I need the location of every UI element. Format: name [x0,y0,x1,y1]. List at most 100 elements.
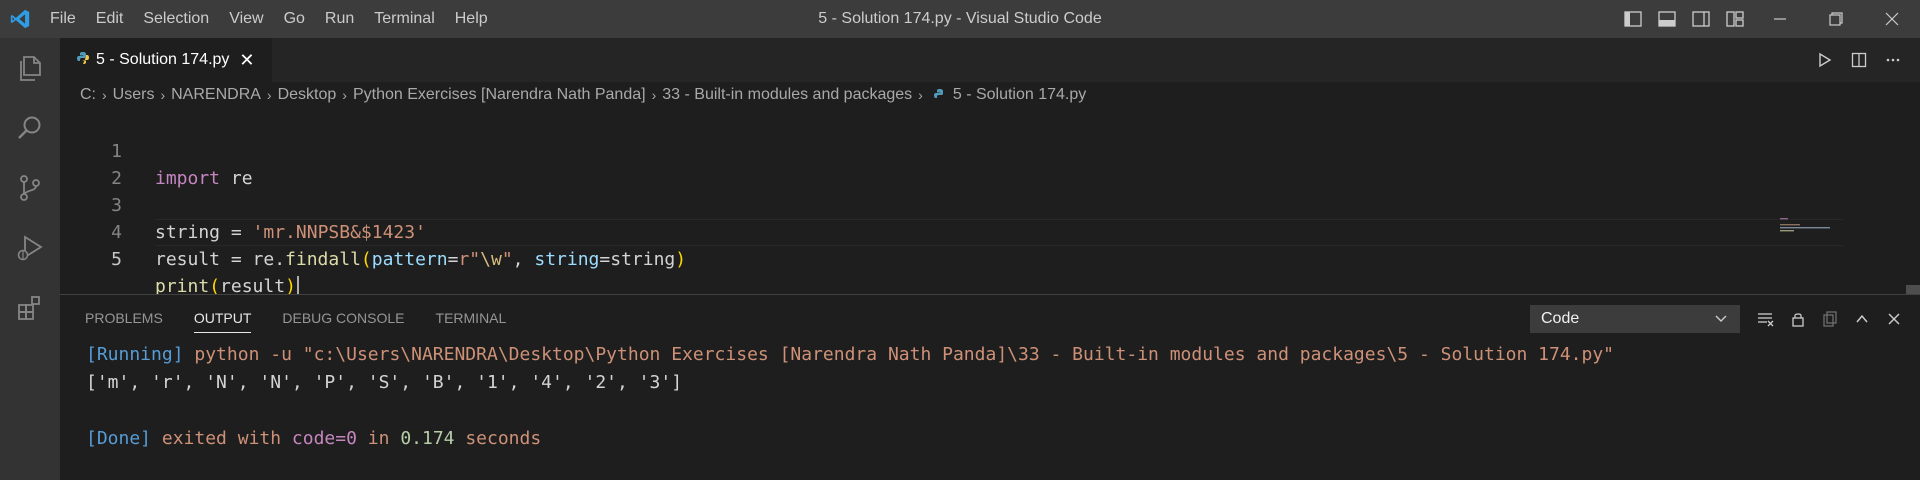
split-editor-icon[interactable] [1842,38,1876,82]
code-text: =string [599,249,676,270]
search-icon[interactable] [0,98,60,158]
menu-file[interactable]: File [40,0,86,38]
menu-go[interactable]: Go [274,0,315,38]
breadcrumb-item[interactable]: C: [80,86,96,104]
menu-terminal[interactable]: Terminal [364,0,444,38]
toggle-primary-sidebar-icon[interactable] [1616,0,1650,38]
chevron-right-icon: › [160,87,166,103]
chevron-right-icon: › [102,87,107,103]
tab-output[interactable]: OUTPUT [193,295,251,341]
chevron-right-icon: › [918,87,923,103]
panel-actions [1750,305,1910,333]
vscode-logo-icon[interactable] [0,0,40,38]
program-output: ['m', 'r', 'N', 'N', 'P', 'S', 'B', '1',… [86,372,683,393]
maximize-panel-icon[interactable] [1846,305,1878,333]
open-output-editor-icon[interactable] [1814,305,1846,333]
close-window-icon[interactable] [1864,0,1920,38]
elapsed-time: 0.174 [400,428,455,449]
bottom-panel: PROBLEMS OUTPUT DEBUG CONSOLE TERMINAL C… [60,294,1920,480]
menu-view[interactable]: View [219,0,273,38]
breadcrumb-item[interactable]: 33 - Built-in modules and packages [662,86,912,104]
python-file-icon [933,88,947,102]
menu-bar: File Edit Selection View Go Run Terminal… [40,0,498,38]
chevron-down-icon [1713,310,1729,331]
editor-tabs: 5 - Solution 174.py ✕ [60,38,1920,82]
string-literal: 'mr.NNPSB&$1423' [252,222,426,243]
code-line: 5 print(result) [60,219,299,298]
tab-problems[interactable]: PROBLEMS [85,295,163,341]
code-text: string = [155,222,253,243]
activity-bar [0,38,60,480]
done-text: seconds [454,428,542,449]
extensions-icon[interactable] [0,278,60,338]
code-text: result = re. [155,249,286,270]
breadcrumb-item[interactable]: Users [113,86,155,104]
clear-output-icon[interactable] [1750,305,1782,333]
tab-terminal[interactable]: TERMINAL [436,295,507,341]
editor-actions [1808,38,1910,82]
toggle-panel-icon[interactable] [1650,0,1684,38]
keyword-import: import [155,168,221,189]
done-text: exited with [151,428,292,449]
running-tag: [Running] [86,344,184,365]
run-python-file-icon[interactable] [1808,38,1842,82]
output-channel-select[interactable]: Code [1530,305,1740,333]
code-text: re [220,168,253,189]
bracket: ( [360,249,372,270]
output-line: ['m', 'r', 'N', 'N', 'P', 'S', 'B', '1',… [86,369,1614,397]
code-text: , [512,249,535,270]
exit-code: code=0 [291,428,357,449]
regex-escape: \w [480,249,502,270]
parameter-name: string [534,249,600,270]
minimize-icon[interactable] [1752,0,1808,38]
breadcrumb-item[interactable]: Desktop [278,86,337,104]
output-line: [Done] exited with code=0 in 0.174 secon… [86,425,1614,453]
function-name: findall [285,249,361,270]
tab-debug-console[interactable]: DEBUG CONSOLE [282,295,404,341]
breadcrumb: C: › Users › NARENDRA › Desktop › Python… [60,82,1920,108]
code-line: 1 import re [60,111,252,189]
string-literal: r" [458,249,481,270]
title-controls [1616,0,1920,38]
parameter-name: pattern [371,249,448,270]
breadcrumb-item[interactable]: NARENDRA [171,86,261,104]
running-command: python -u "c:\Users\NARENDRA\Desktop\Pyt… [183,344,1615,365]
minimap[interactable] [1780,216,1840,236]
chevron-right-icon: › [651,87,657,103]
output-channel-value: Code [1541,310,1580,327]
tab-close-icon[interactable]: ✕ [239,50,254,71]
breadcrumb-item[interactable]: 5 - Solution 174.py [953,86,1086,104]
menu-edit[interactable]: Edit [86,0,134,38]
menu-run[interactable]: Run [315,0,364,38]
panel-tabs: PROBLEMS OUTPUT DEBUG CONSOLE TERMINAL [60,295,537,341]
chevron-right-icon: › [266,87,272,103]
explorer-icon[interactable] [0,38,60,98]
more-actions-icon[interactable] [1876,38,1910,82]
bracket: ) [675,249,687,270]
output-log[interactable]: [Running] python -u "c:\Users\NARENDRA\D… [86,341,1614,453]
code-line: 3 string = 'mr.NNPSB&$1423' [60,165,426,243]
chevron-right-icon: › [342,87,347,103]
code-editor[interactable]: 1 import re 2 3 string = 'mr.NNPSB&$1423… [60,108,1920,303]
output-line: [Running] python -u "c:\Users\NARENDRA\D… [86,341,1614,369]
run-and-debug-icon[interactable] [0,218,60,278]
code-line: 2 [60,138,122,189]
menu-help[interactable]: Help [445,0,498,38]
breadcrumb-item[interactable]: Python Exercises [Narendra Nath Panda] [353,86,646,104]
menu-selection[interactable]: Selection [133,0,219,38]
restore-icon[interactable] [1808,0,1864,38]
string-literal: " [501,249,513,270]
done-tag: [Done] [86,428,152,449]
customize-layout-icon[interactable] [1718,0,1752,38]
tab-solution-174[interactable]: 5 - Solution 174.py ✕ [60,38,272,82]
close-panel-icon[interactable] [1878,305,1910,333]
code-text: = [447,249,459,270]
source-control-icon[interactable] [0,158,60,218]
title-bar: File Edit Selection View Go Run Terminal… [0,0,1920,38]
code-line: 4 result = re.findall(pattern=r"\w", str… [60,192,686,270]
lock-scroll-icon[interactable] [1782,305,1814,333]
python-file-icon [76,51,90,70]
tab-label: 5 - Solution 174.py [96,51,230,68]
toggle-secondary-sidebar-icon[interactable] [1684,0,1718,38]
